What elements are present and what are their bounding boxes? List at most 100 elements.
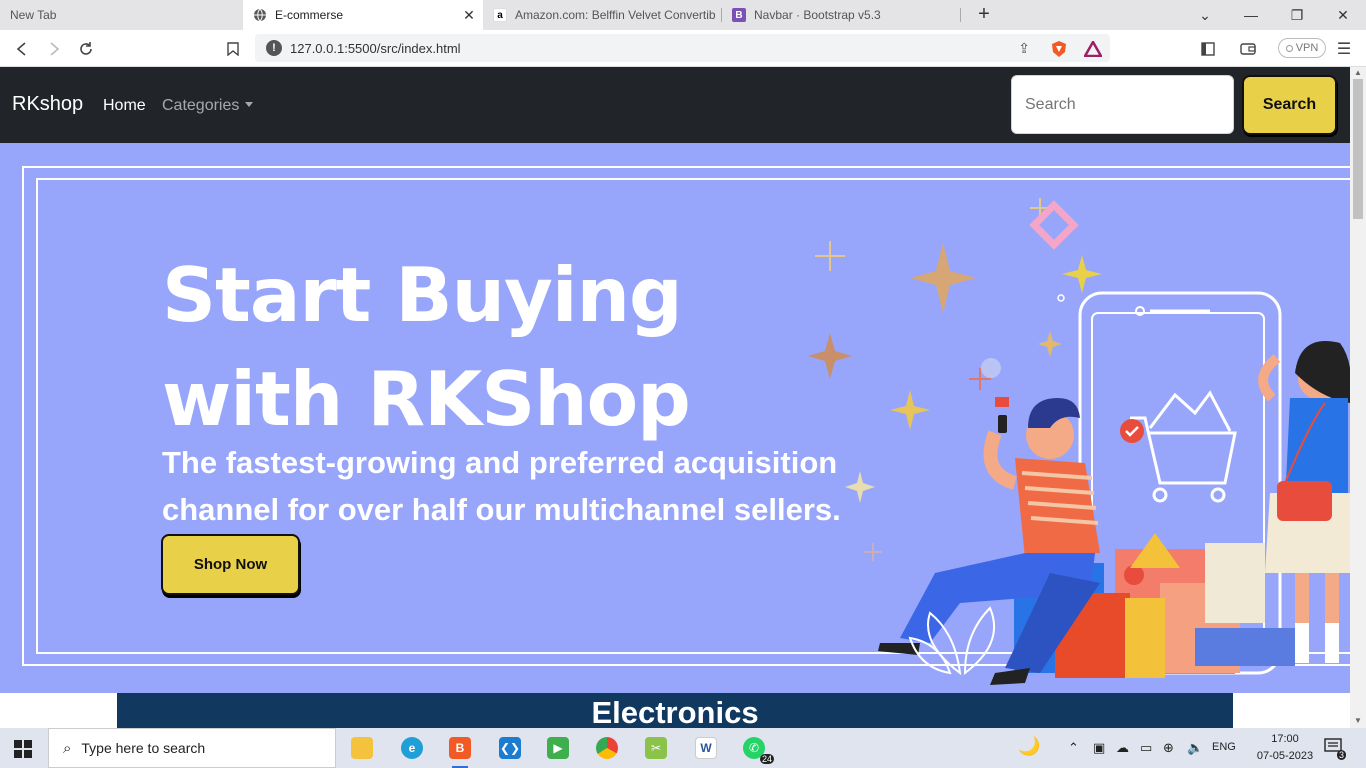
notifications-count: 3 bbox=[1336, 750, 1346, 760]
box-shape bbox=[1205, 543, 1265, 623]
brave-icon[interactable]: B bbox=[444, 734, 476, 768]
back-icon[interactable] bbox=[11, 38, 33, 60]
taskbar-search-placeholder: Type here to search bbox=[81, 740, 206, 756]
whatsapp-icon[interactable]: ✆ 24 bbox=[738, 734, 774, 764]
os-taskbar: ⌕ Type here to search e B ❮❯ ▶ ✂ W ✆ 24 🌙… bbox=[0, 728, 1366, 768]
hero-subtitle-line1: The fastest-growing and preferred acquis… bbox=[162, 445, 838, 480]
network-icon[interactable]: ⊕ bbox=[1163, 740, 1174, 756]
globe-icon bbox=[253, 8, 267, 22]
reload-icon[interactable] bbox=[75, 38, 97, 60]
forward-icon[interactable] bbox=[43, 38, 65, 60]
chrome-icon[interactable] bbox=[591, 734, 623, 762]
scroll-up-icon[interactable]: ▲ bbox=[1353, 69, 1363, 77]
hero-title-line1: Start Buying bbox=[162, 251, 683, 339]
vscode-icon[interactable]: ❮❯ bbox=[494, 734, 526, 762]
scroll-down-icon[interactable]: ▼ bbox=[1353, 717, 1363, 725]
site-info-icon[interactable]: ! bbox=[266, 40, 282, 56]
tab-new-tab[interactable]: New Tab bbox=[0, 0, 240, 30]
url-text: 127.0.0.1:5500/src/index.html bbox=[290, 40, 461, 56]
page-scrollbar[interactable]: ▲ ▼ bbox=[1350, 67, 1366, 728]
search-input[interactable] bbox=[1011, 75, 1234, 134]
close-window-icon[interactable]: ✕ bbox=[1320, 0, 1366, 30]
tab-title: Navbar · Bootstrap v5.3 bbox=[754, 8, 881, 22]
tab-amazon[interactable]: a Amazon.com: Belffin Velvet Convertible bbox=[483, 0, 721, 30]
restore-icon[interactable]: ❐ bbox=[1274, 0, 1320, 30]
sparkle-icon bbox=[890, 390, 930, 430]
new-tab-button[interactable]: + bbox=[973, 4, 995, 26]
section-title: Electronics bbox=[591, 695, 759, 728]
tab-title: Amazon.com: Belffin Velvet Convertible bbox=[515, 8, 715, 22]
share-icon[interactable]: ⇪ bbox=[1018, 40, 1030, 57]
volume-icon[interactable]: 🔈 bbox=[1187, 740, 1203, 756]
sidebar-icon[interactable] bbox=[1197, 38, 1219, 60]
hero-title-line2: with RKShop bbox=[162, 355, 691, 443]
hero-title: Start Buying with RKShop bbox=[162, 243, 691, 451]
sparkle-icon bbox=[1038, 331, 1062, 357]
sparkle-icon bbox=[910, 243, 976, 313]
close-tab-icon[interactable]: ✕ bbox=[461, 7, 477, 23]
snip-tool-icon[interactable]: ✂ bbox=[640, 734, 672, 762]
hero-banner: Start Buying with RKShop The fastest-gro… bbox=[0, 143, 1350, 693]
tab-bootstrap[interactable]: B Navbar · Bootstrap v5.3 bbox=[722, 0, 960, 30]
tab-search-chevron-icon[interactable]: ⌄ bbox=[1182, 0, 1228, 30]
shop-now-button[interactable]: Shop Now bbox=[161, 534, 300, 595]
brand-logo[interactable]: RKshop bbox=[12, 93, 83, 116]
hero-subtitle-line2: channel for over half our multichannel s… bbox=[162, 492, 841, 527]
scrollbar-thumb[interactable] bbox=[1353, 79, 1363, 219]
woman-figure bbox=[1258, 341, 1350, 663]
caret-down-icon bbox=[245, 102, 254, 107]
site-navbar: RKshop Home Categories Search bbox=[0, 67, 1350, 143]
dot-shape bbox=[1057, 294, 1065, 302]
nav-home-link[interactable]: Home bbox=[103, 97, 146, 115]
dot-shape bbox=[981, 358, 1001, 378]
clock-date: 07-05-2023 bbox=[1256, 750, 1314, 762]
sparkle-icon bbox=[808, 333, 852, 379]
amazon-icon: a bbox=[493, 8, 507, 22]
tab-title: E-commerse bbox=[275, 8, 344, 22]
windows-start-icon[interactable] bbox=[14, 740, 32, 758]
tab-ecommerse[interactable]: E-commerse ✕ bbox=[243, 0, 483, 30]
wallet-icon[interactable] bbox=[1237, 38, 1259, 60]
notifications-icon[interactable]: 3 bbox=[1324, 738, 1346, 760]
tab-title: New Tab bbox=[10, 8, 57, 22]
search-icon: ⌕ bbox=[63, 739, 72, 757]
menu-icon[interactable]: ☰ bbox=[1333, 38, 1355, 60]
cloud-icon[interactable]: ☁ bbox=[1116, 740, 1129, 756]
taskbar-search-box[interactable]: ⌕ Type here to search bbox=[48, 728, 336, 768]
bag-shape bbox=[1125, 598, 1165, 678]
brave-rewards-icon[interactable] bbox=[1082, 38, 1104, 60]
brave-shield-icon[interactable] bbox=[1048, 38, 1070, 60]
plus-icon bbox=[815, 241, 845, 271]
bootstrap-icon: B bbox=[732, 8, 746, 22]
tab-divider bbox=[960, 8, 961, 22]
show-hidden-icons-chevron-icon[interactable]: ⌃ bbox=[1068, 740, 1079, 756]
address-bar[interactable]: ! 127.0.0.1:5500/src/index.html ⇪ bbox=[255, 34, 1110, 62]
hero-subtitle: The fastest-growing and preferred acquis… bbox=[162, 439, 862, 533]
cart-icon bbox=[1130, 390, 1237, 503]
meet-icon[interactable]: ▣ bbox=[1093, 740, 1105, 756]
plus-icon bbox=[864, 543, 882, 561]
battery-icon[interactable]: ▭ bbox=[1140, 740, 1152, 756]
taskbar-clock[interactable]: 17:00 07-05-2023 bbox=[1254, 731, 1316, 765]
vpn-button[interactable]: VPN bbox=[1278, 38, 1326, 58]
search-button[interactable]: Search bbox=[1242, 75, 1337, 135]
word-icon[interactable]: W bbox=[690, 734, 722, 762]
nav-categories-dropdown[interactable]: Categories bbox=[162, 97, 254, 115]
browser-tab-strip: New Tab E-commerse ✕ a Amazon.com: Belff… bbox=[0, 0, 1366, 30]
category-section-header: Electronics bbox=[117, 693, 1233, 728]
sparkle-icon bbox=[1062, 255, 1102, 293]
language-indicator[interactable]: ENG bbox=[1212, 741, 1236, 753]
bookmark-icon[interactable] bbox=[222, 38, 244, 60]
weather-moon-icon[interactable]: 🌙 bbox=[1018, 736, 1040, 757]
minimize-icon[interactable]: — bbox=[1228, 0, 1274, 30]
clock-time: 17:00 bbox=[1271, 733, 1299, 745]
file-explorer-icon[interactable] bbox=[346, 734, 378, 762]
vpn-status-icon bbox=[1285, 44, 1293, 52]
nav-categories-label: Categories bbox=[162, 97, 240, 114]
check-badge-icon bbox=[1120, 419, 1144, 443]
facetime-icon[interactable]: ▶ bbox=[542, 734, 574, 762]
shopping-illustration bbox=[808, 198, 1350, 685]
sparkle-icon bbox=[845, 471, 875, 503]
edge-icon[interactable]: e bbox=[396, 734, 428, 762]
browser-toolbar: ! 127.0.0.1:5500/src/index.html ⇪ VPN ☰ bbox=[0, 30, 1366, 67]
